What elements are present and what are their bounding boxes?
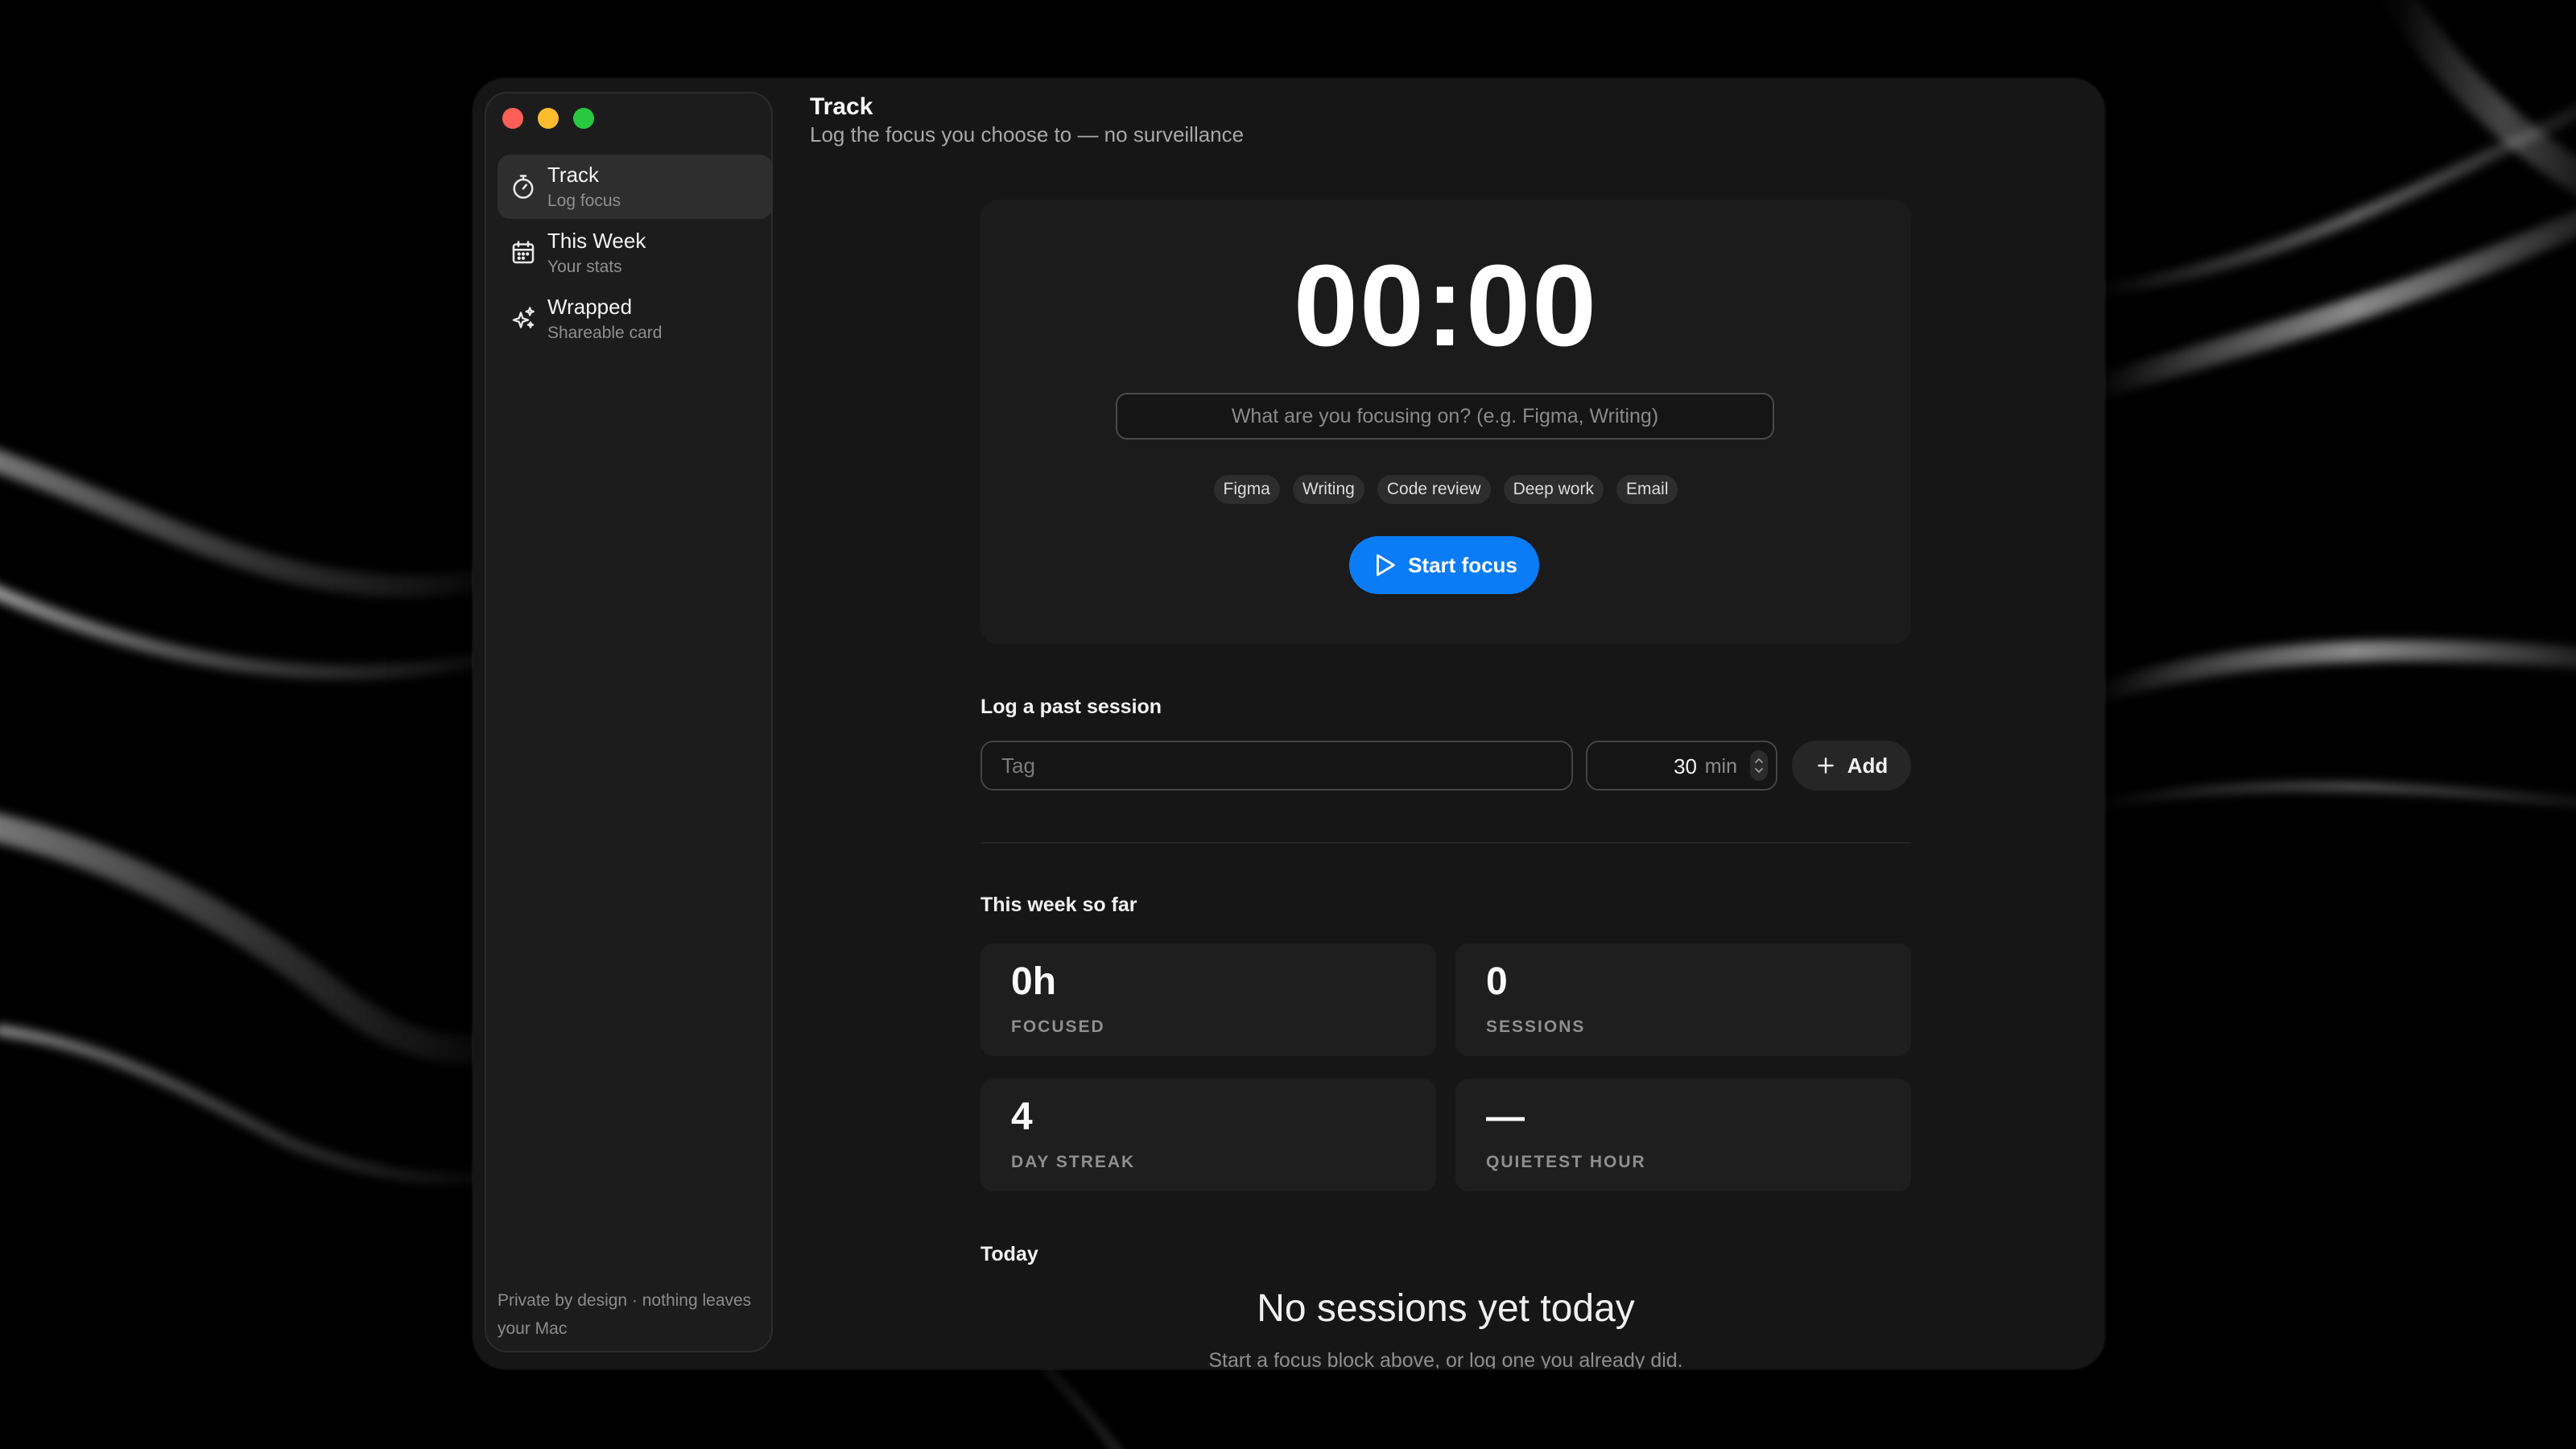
- play-icon: [1377, 554, 1395, 576]
- timer-card: 00:00 Figma Writing Code review Deep wor…: [980, 200, 1911, 644]
- stat-card-sessions: 0 SESSIONS: [1455, 943, 1911, 1056]
- sidebar-item-subtitle: Log focus: [547, 192, 621, 210]
- tag-chips: Figma Writing Code review Deep work Emai…: [980, 475, 1911, 504]
- privacy-note: Private by design · nothing leaves your …: [497, 1291, 752, 1338]
- sparkles-icon: [509, 304, 538, 333]
- window-controls: [502, 108, 594, 129]
- stat-value: —: [1486, 1096, 1525, 1138]
- add-session-button[interactable]: Add: [1792, 741, 1911, 791]
- start-focus-button[interactable]: Start focus: [1349, 536, 1539, 594]
- tag-chip[interactable]: Email: [1616, 475, 1678, 504]
- empty-state-subtitle: Start a focus block above, or log one yo…: [1208, 1349, 1683, 1368]
- stat-label: FOCUSED: [1011, 1018, 1105, 1036]
- stat-label: DAY STREAK: [1011, 1153, 1136, 1171]
- tag-input[interactable]: [980, 741, 1573, 791]
- stat-value: 4: [1011, 1096, 1033, 1138]
- minutes-stepper[interactable]: [1750, 750, 1768, 781]
- stat-label: SESSIONS: [1486, 1018, 1586, 1036]
- sidebar-item-label: Track: [547, 163, 600, 187]
- stat-card-quietest-hour: — QUIETEST HOUR: [1455, 1079, 1911, 1191]
- plus-icon: [1817, 758, 1834, 774]
- focus-input[interactable]: [1116, 393, 1774, 440]
- empty-state-title: No sessions yet today: [1257, 1287, 1635, 1330]
- sidebar-item-wrapped[interactable]: Wrapped Shareable card: [497, 287, 773, 351]
- tag-chip[interactable]: Figma: [1213, 475, 1280, 504]
- stat-value: 0h: [1011, 960, 1057, 1003]
- sidebar-item-subtitle: Shareable card: [547, 324, 663, 342]
- tag-chip[interactable]: Code review: [1377, 475, 1491, 504]
- app-window: Track Log focus This Week Your stats Wra…: [473, 79, 2104, 1368]
- minutes-field[interactable]: 30 min: [1586, 741, 1777, 791]
- sidebar-nav: Track Log focus This Week Your stats Wra…: [497, 155, 773, 353]
- close-window-button[interactable]: [502, 108, 523, 129]
- minimize-window-button[interactable]: [538, 108, 559, 129]
- zoom-window-button[interactable]: [573, 108, 594, 129]
- sidebar-item-label: This Week: [547, 229, 646, 253]
- sidebar: Track Log focus This Week Your stats Wra…: [485, 92, 773, 1352]
- add-label: Add: [1847, 753, 1889, 778]
- sidebar-item-this-week[interactable]: This Week Your stats: [497, 221, 773, 285]
- stat-card-focused: 0h FOCUSED: [980, 943, 1436, 1056]
- start-focus-label: Start focus: [1408, 552, 1517, 577]
- page-title: Track: [810, 93, 873, 120]
- stat-value: 0: [1486, 960, 1508, 1003]
- stopwatch-icon: [509, 172, 538, 201]
- timer-display: 00:00: [1293, 241, 1599, 370]
- log-past-title: Log a past session: [980, 696, 1162, 718]
- section-divider: [980, 842, 1911, 844]
- sidebar-item-track[interactable]: Track Log focus: [497, 155, 773, 219]
- stat-label: QUIETEST HOUR: [1486, 1153, 1646, 1171]
- week-title: This week so far: [980, 894, 1137, 916]
- page-subtitle: Log the focus you choose to — no surveil…: [810, 122, 1245, 147]
- sidebar-item-subtitle: Your stats: [547, 258, 622, 276]
- minutes-value: 30: [1674, 754, 1697, 778]
- minutes-unit: min: [1704, 755, 1737, 778]
- stat-card-day-streak: 4 DAY STREAK: [980, 1079, 1436, 1191]
- tag-chip[interactable]: Writing: [1292, 475, 1364, 504]
- calendar-icon: [509, 238, 538, 267]
- tag-chip[interactable]: Deep work: [1503, 475, 1604, 504]
- sidebar-item-label: Wrapped: [547, 295, 633, 319]
- today-title: Today: [980, 1243, 1038, 1265]
